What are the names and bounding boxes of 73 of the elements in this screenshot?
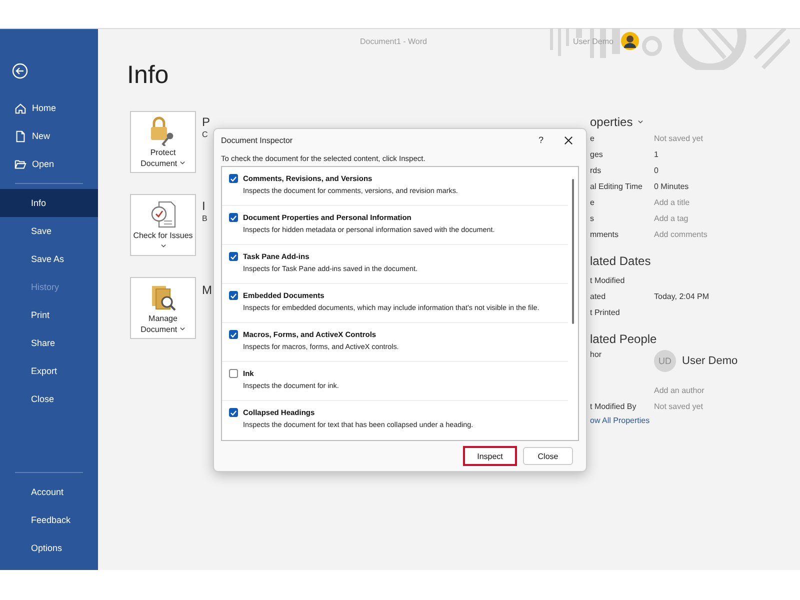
sidebar-item[interactable]: Close <box>0 385 98 413</box>
property-value: 1 <box>654 150 658 158</box>
sidebar-item[interactable]: Account <box>0 478 98 506</box>
checkbox[interactable] <box>229 291 238 300</box>
property-label: t Printed <box>590 308 621 316</box>
page-title: Info <box>127 61 169 91</box>
author-name: User Demo <box>682 355 738 367</box>
property-value: 0 <box>654 166 658 174</box>
checkmark-icon <box>230 214 237 220</box>
property-label: t Modified <box>590 276 626 284</box>
section-heading: lated People <box>590 331 658 348</box>
home-icon <box>14 102 27 114</box>
back-button[interactable] <box>11 62 29 80</box>
close-icon <box>564 136 572 144</box>
property-label: e <box>590 134 596 142</box>
sidebar-item[interactable]: Save <box>0 217 98 245</box>
sidebar-item[interactable]: Print <box>0 301 98 329</box>
property-label: mments <box>590 230 620 238</box>
section-text: C <box>202 130 209 139</box>
section-heading: M <box>202 283 212 298</box>
checkbox[interactable] <box>229 252 238 261</box>
document-icon <box>14 130 27 142</box>
property-label: s <box>590 214 595 222</box>
checkbox[interactable] <box>229 213 238 222</box>
checkmark-icon <box>230 254 237 260</box>
user-name: User Demo <box>573 36 614 46</box>
sidebar-item[interactable]: Options <box>0 534 98 562</box>
tool-button[interactable]: Check for Issues <box>130 194 196 256</box>
caret-icon <box>161 244 166 248</box>
property-label: ated <box>590 292 607 300</box>
property-value: 0 Minutes <box>654 182 689 190</box>
section-heading: I <box>202 199 206 214</box>
section-text: B <box>202 214 208 223</box>
inspect-button[interactable]: Inspect <box>463 446 517 466</box>
sidebar-item[interactable]: Info <box>0 189 98 217</box>
checkmark-icon <box>230 176 237 182</box>
close-button[interactable]: Close <box>523 447 573 465</box>
checkmark-icon <box>230 292 237 298</box>
checkmark-icon <box>230 410 237 416</box>
caret-icon <box>180 327 186 332</box>
window-title: Document1 - Word <box>360 37 427 46</box>
tool-button[interactable]: Manage Document <box>130 277 196 339</box>
folder-icon <box>14 158 27 170</box>
sidebar-item[interactable]: Home <box>0 94 98 122</box>
dialog-title: Document Inspector <box>221 136 294 144</box>
property-label: t Modified By <box>590 402 638 410</box>
property-label: ges <box>590 150 604 158</box>
properties-heading[interactable]: operties <box>590 115 633 129</box>
tool-button[interactable]: Protect Document <box>130 111 196 173</box>
sidebar-item[interactable]: New <box>0 122 98 150</box>
sidebar-item[interactable]: Share <box>0 329 98 357</box>
property-label: al Editing Time <box>590 182 644 190</box>
checkbox[interactable] <box>229 369 238 378</box>
avatar-icon <box>621 32 640 50</box>
section-heading: P <box>202 115 212 130</box>
checkbox[interactable] <box>229 330 238 339</box>
property-label: hor <box>590 350 603 359</box>
sidebar-item[interactable]: Open <box>0 150 98 178</box>
sidebar-item[interactable]: Feedback <box>0 506 98 534</box>
help-button[interactable]: ? <box>526 134 556 146</box>
caret-icon <box>180 161 186 166</box>
section-heading: lated Dates <box>590 253 652 270</box>
property-label: e <box>590 198 596 206</box>
checkmark-icon <box>230 332 237 338</box>
author-avatar: UD <box>654 350 676 372</box>
properties-link[interactable]: ow All Properties <box>590 416 800 425</box>
property-label: rds <box>590 166 602 174</box>
sidebar-item[interactable]: Export <box>0 357 98 385</box>
sidebar-item[interactable]: Save As <box>0 245 98 273</box>
checkbox[interactable] <box>229 174 238 183</box>
property-value: Today, 2:04 PM <box>654 292 709 300</box>
checkbox[interactable] <box>229 408 238 417</box>
caret-icon <box>638 120 643 124</box>
